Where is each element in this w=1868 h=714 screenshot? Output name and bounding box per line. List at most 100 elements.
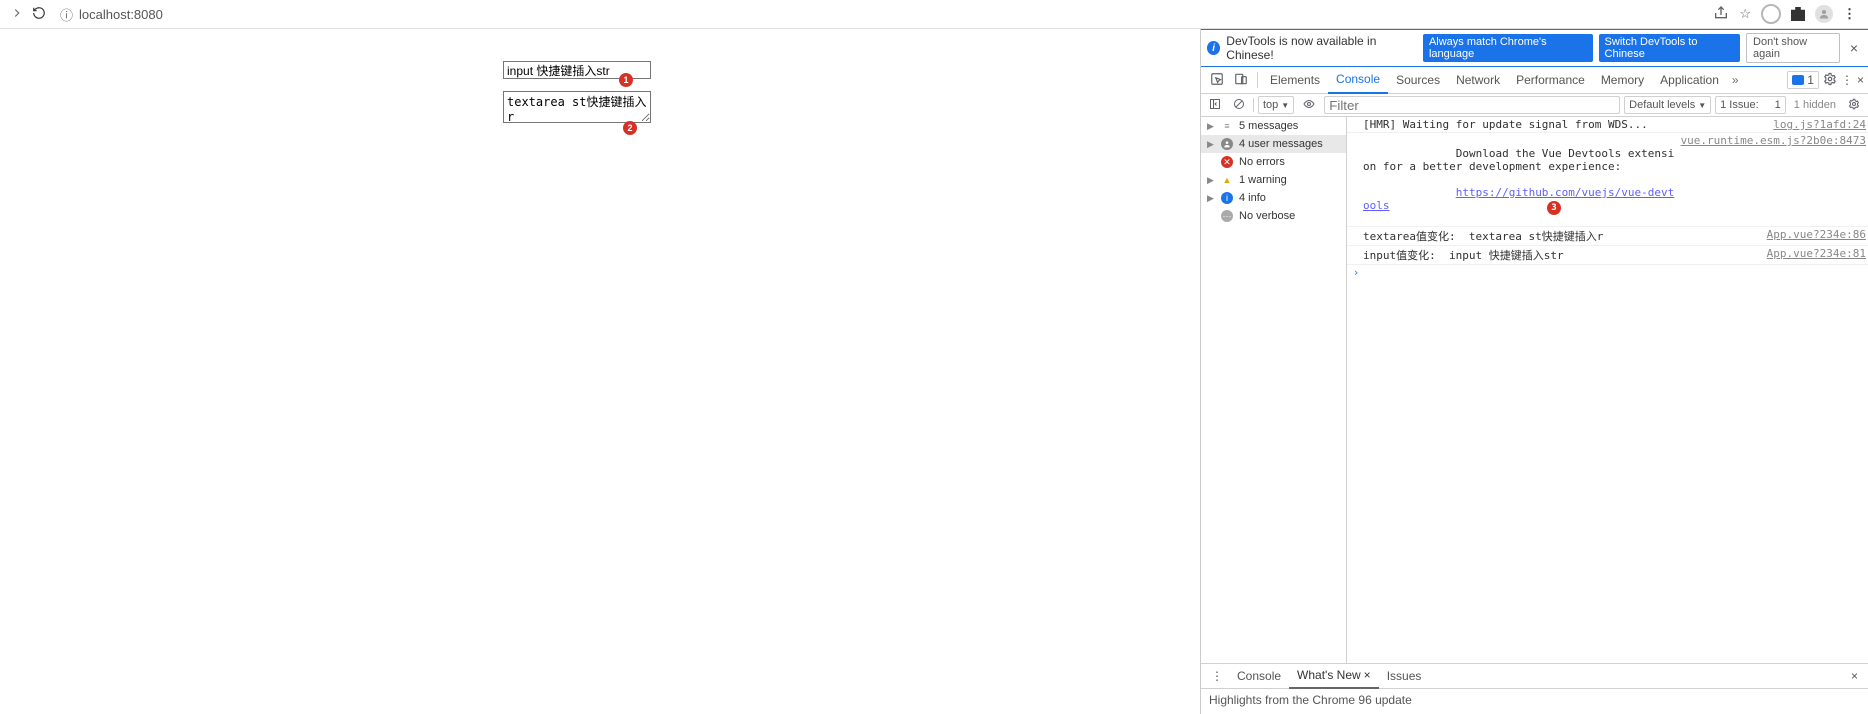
always-match-language-button[interactable]: Always match Chrome's language — [1423, 34, 1593, 62]
tab-memory[interactable]: Memory — [1593, 67, 1652, 93]
issues-prefix: 1 Issue: — [1720, 99, 1759, 111]
sidebar-item-verbose[interactable]: ▶ ⋯ No verbose — [1201, 207, 1346, 225]
console-issues-button[interactable]: 1 Issue: 1 — [1715, 96, 1786, 114]
issues-count: 1 — [1775, 99, 1781, 111]
console-filter-input[interactable] — [1324, 96, 1620, 114]
tab-application[interactable]: Application — [1652, 67, 1727, 93]
log-message: [HMR] Waiting for update signal from WDS… — [1363, 118, 1767, 131]
drawer-tab-console[interactable]: Console — [1229, 664, 1289, 688]
console-log-line: [HMR] Waiting for update signal from WDS… — [1347, 117, 1868, 133]
console-sidebar: ▶ ≡ 5 messages ▶ 4 user messages ▶ ✕ — [1201, 117, 1347, 663]
sidebar-item-info[interactable]: ▶ i 4 info — [1201, 189, 1346, 207]
switch-devtools-language-button[interactable]: Switch DevTools to Chinese — [1599, 34, 1740, 62]
drawer-close-icon[interactable]: × — [1845, 669, 1864, 683]
chrome-menu-icon[interactable]: ⋮ — [1843, 6, 1856, 22]
devtools-close-icon[interactable]: × — [1857, 73, 1864, 87]
list-icon: ≡ — [1221, 120, 1233, 132]
live-expression-icon[interactable] — [1298, 98, 1320, 113]
console-toolbar: top ▼ Default levels ▼ 1 Issue: 1 1 hidd… — [1201, 94, 1868, 117]
user-icon — [1221, 138, 1233, 150]
context-label: top — [1263, 99, 1278, 111]
url-text: localhost:8080 — [79, 7, 163, 22]
execution-context-selector[interactable]: top ▼ — [1258, 96, 1294, 114]
device-toolbar-icon[interactable] — [1229, 72, 1253, 89]
extension-circle-icon[interactable] — [1761, 4, 1781, 24]
chevron-down-icon: ▼ — [1281, 101, 1289, 110]
chevron-down-icon: ▼ — [1698, 101, 1706, 110]
log-source-link[interactable]: log.js?1afd:24 — [1767, 118, 1866, 131]
issue-count: 1 — [1807, 73, 1814, 87]
log-source-link[interactable]: App.vue?234e:86 — [1761, 228, 1866, 241]
devtools-menu-icon[interactable]: ⋮ — [1841, 73, 1853, 87]
issue-chat-icon — [1792, 75, 1804, 85]
prompt-chevron-icon: › — [1349, 266, 1363, 279]
forward-icon[interactable] — [10, 6, 24, 23]
log-level-selector[interactable]: Default levels ▼ — [1624, 96, 1711, 114]
log-source-link[interactable]: vue.runtime.esm.js?2b0e:8473 — [1675, 134, 1866, 147]
sidebar-label: No verbose — [1239, 210, 1295, 222]
bookmark-star-icon[interactable]: ☆ — [1739, 6, 1751, 22]
log-message: Download the Vue Devtools extension for … — [1363, 134, 1675, 225]
more-tabs-icon[interactable]: » — [1727, 73, 1744, 87]
address-bar[interactable]: ⓘ localhost:8080 — [52, 4, 1707, 24]
tab-sources[interactable]: Sources — [1388, 67, 1448, 93]
tab-network[interactable]: Network — [1448, 67, 1508, 93]
reload-icon[interactable] — [32, 6, 46, 23]
drawer-tab-whats-new[interactable]: What's New × — [1289, 663, 1379, 689]
inspect-element-icon[interactable] — [1205, 72, 1229, 89]
drawer-tab-issues[interactable]: Issues — [1379, 664, 1430, 688]
console-log-line: textarea值变化: textarea st快捷键插入r App.vue?2… — [1347, 227, 1868, 246]
dont-show-again-button[interactable]: Don't show again — [1746, 33, 1840, 63]
page-viewport: 1 textarea st快捷键插入r 2 — [0, 29, 1200, 714]
tab-close-icon[interactable]: × — [1364, 668, 1371, 682]
demo-textarea[interactable]: textarea st快捷键插入r — [503, 91, 651, 123]
vue-devtools-link[interactable]: https://github.com/vuejs/vue-devtools — [1363, 186, 1674, 212]
hidden-count: 1 hidden — [1790, 99, 1840, 111]
sidebar-label: 4 info — [1239, 192, 1266, 204]
extensions-icon[interactable] — [1791, 7, 1805, 21]
sidebar-item-messages[interactable]: ▶ ≡ 5 messages — [1201, 117, 1346, 135]
chevron-right-icon: ▶ — [1207, 121, 1215, 132]
verbose-icon: ⋯ — [1221, 210, 1233, 222]
log-source-link[interactable]: App.vue?234e:81 — [1761, 247, 1866, 260]
console-log-area[interactable]: [HMR] Waiting for update signal from WDS… — [1347, 117, 1868, 663]
console-log-line: Download the Vue Devtools extension for … — [1347, 133, 1868, 227]
sidebar-label: 4 user messages — [1239, 138, 1323, 150]
sidebar-label: 1 warning — [1239, 174, 1287, 186]
annotation-badge-3: 3 — [1547, 201, 1561, 215]
levels-label: Default levels — [1629, 99, 1695, 111]
warning-icon: ▲ — [1221, 174, 1233, 186]
tab-elements[interactable]: Elements — [1262, 67, 1328, 93]
notice-close-icon[interactable]: × — [1846, 40, 1862, 56]
issue-indicator[interactable]: 1 — [1787, 71, 1819, 89]
error-icon: ✕ — [1221, 156, 1233, 168]
info-icon: i — [1207, 41, 1220, 55]
sidebar-toggle-icon[interactable] — [1205, 98, 1225, 113]
whats-new-heading: Highlights from the Chrome 96 update — [1201, 689, 1868, 711]
profile-avatar[interactable] — [1815, 5, 1833, 23]
devtools-tabbar: Elements Console Sources Network Perform… — [1201, 67, 1868, 94]
annotation-badge-1: 1 — [619, 73, 633, 87]
info-icon: i — [1221, 192, 1233, 204]
console-prompt[interactable]: › — [1347, 265, 1868, 280]
console-settings-icon[interactable] — [1844, 98, 1864, 113]
log-text: Download the Vue Devtools extension for … — [1363, 147, 1674, 173]
clear-console-icon[interactable] — [1229, 98, 1249, 113]
chevron-right-icon: ▶ — [1207, 193, 1215, 204]
sidebar-item-warnings[interactable]: ▶ ▲ 1 warning — [1201, 171, 1346, 189]
tab-performance[interactable]: Performance — [1508, 67, 1593, 93]
omnibox: ⓘ localhost:8080 ☆ ⋮ — [0, 0, 1868, 29]
sidebar-item-errors[interactable]: ▶ ✕ No errors — [1201, 153, 1346, 171]
drawer-menu-icon[interactable]: ⋮ — [1205, 669, 1229, 683]
log-message: input值变化: input 快捷键插入str — [1363, 247, 1761, 263]
site-info-icon[interactable]: ⓘ — [60, 5, 73, 24]
share-icon[interactable] — [1713, 5, 1729, 24]
annotation-badge-2: 2 — [623, 121, 637, 135]
notice-text: DevTools is now available in Chinese! — [1226, 34, 1417, 62]
devtools-drawer: ⋮ Console What's New × Issues × Highligh… — [1201, 663, 1868, 714]
devtools-settings-icon[interactable] — [1823, 72, 1837, 89]
devtools-panel: i DevTools is now available in Chinese! … — [1200, 29, 1868, 714]
chevron-right-icon: ▶ — [1207, 175, 1215, 186]
sidebar-item-user-messages[interactable]: ▶ 4 user messages — [1201, 135, 1346, 153]
tab-console[interactable]: Console — [1328, 66, 1388, 94]
